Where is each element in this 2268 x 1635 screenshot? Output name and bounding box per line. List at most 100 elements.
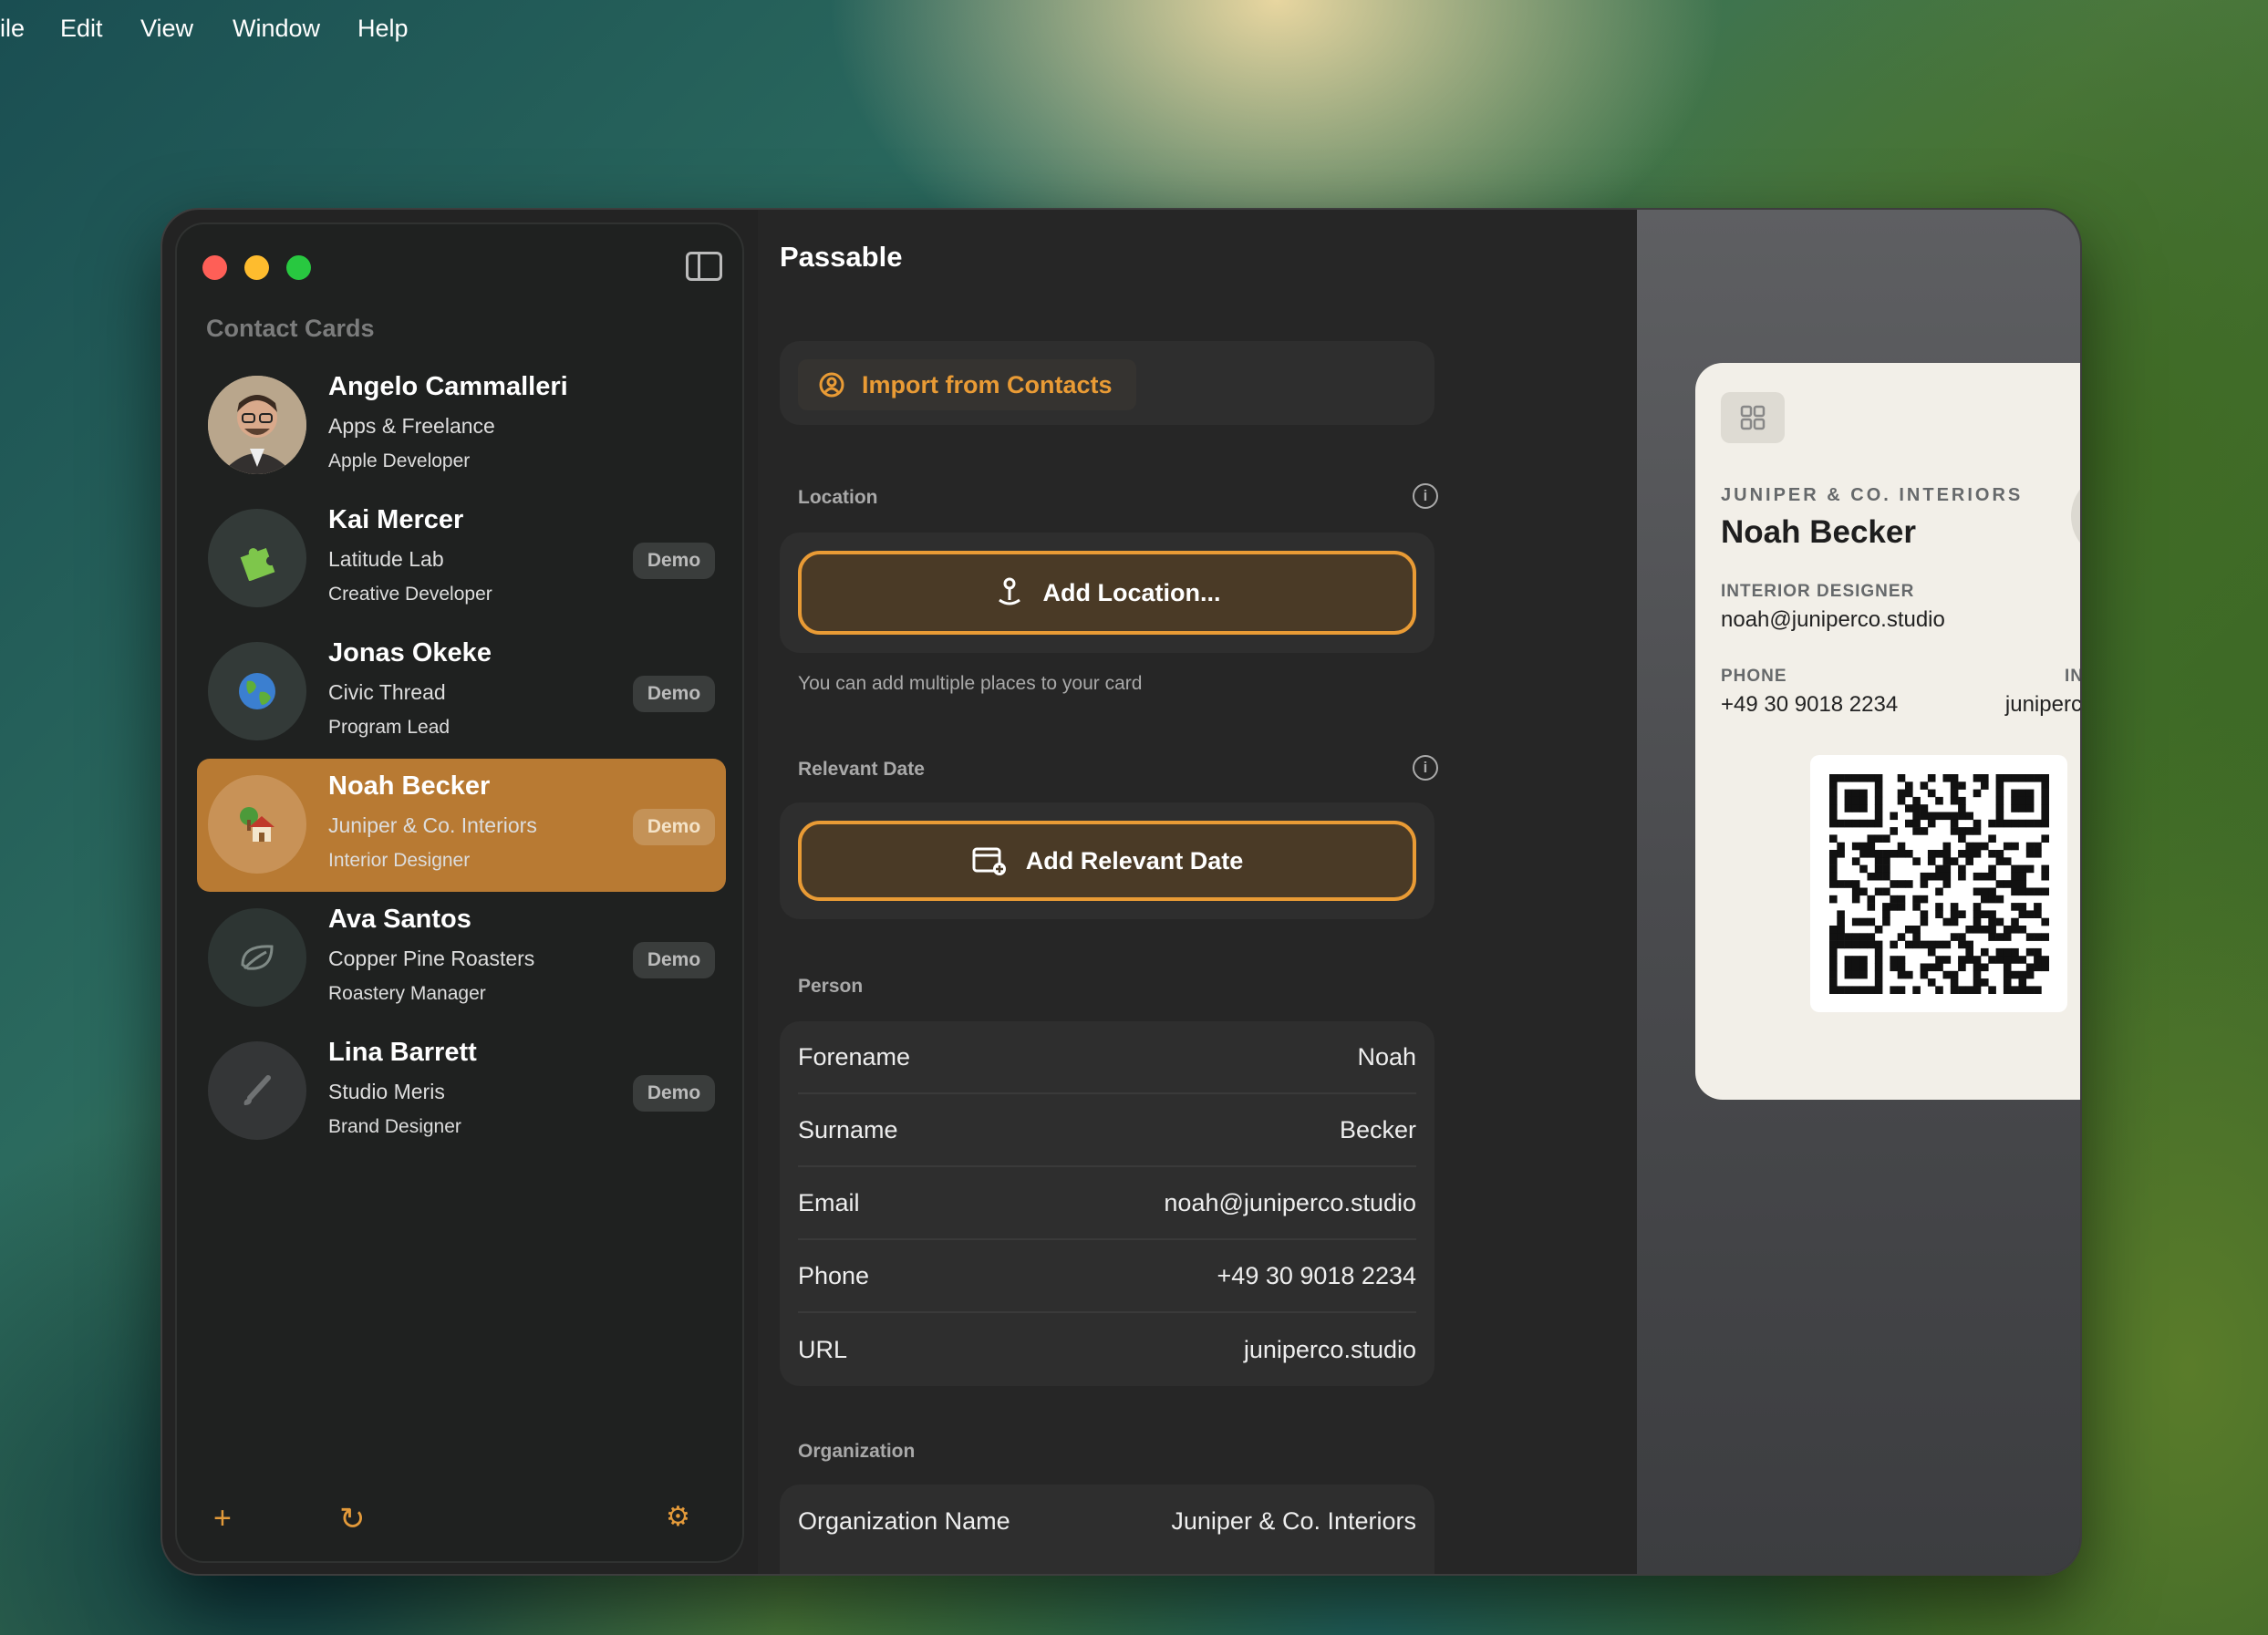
- sidebar-title: Contact Cards: [206, 315, 375, 342]
- forename-value[interactable]: Noah: [1357, 1043, 1416, 1071]
- puzzle-icon: [240, 547, 275, 581]
- url-row[interactable]: URL juniperco.studio: [798, 1313, 1416, 1386]
- phone-value[interactable]: +49 30 9018 2234: [1217, 1262, 1416, 1290]
- location-label: Location: [798, 487, 878, 508]
- field-key: Organization Name: [798, 1506, 1010, 1535]
- surname-value[interactable]: Becker: [1340, 1116, 1416, 1144]
- contact-org: Civic Thread: [328, 680, 446, 704]
- field-key: URL: [798, 1335, 848, 1363]
- contact-jonas-okeke[interactable]: Jonas Okeke Civic Thread Program Lead De…: [197, 626, 726, 759]
- add-location-button[interactable]: Add Location...: [798, 551, 1416, 635]
- menu-file[interactable]: ile: [0, 15, 25, 43]
- person-label: Person: [798, 976, 864, 997]
- contact-role: Interior Designer: [328, 850, 471, 871]
- demo-badge: Demo: [633, 809, 715, 845]
- info-icon[interactable]: i: [1413, 483, 1438, 509]
- refresh-icon[interactable]: ↻: [339, 1501, 366, 1537]
- contact-role: Creative Developer: [328, 584, 492, 605]
- relevant-date-panel: Add Relevant Date: [780, 802, 1434, 919]
- calendar-add-icon: [972, 847, 1006, 875]
- card-phone-label: PHONE: [1721, 667, 1787, 686]
- avatar: [208, 908, 306, 1007]
- card-organization: JUNIPER & CO. INTERIORS: [1721, 485, 2024, 505]
- contact-org: Juniper & Co. Interiors: [328, 813, 537, 837]
- avatar: [208, 775, 306, 874]
- sidebar-toggle-icon[interactable]: [686, 252, 722, 281]
- menu-window[interactable]: Window: [233, 15, 320, 43]
- phone-row[interactable]: Phone +49 30 9018 2234: [798, 1240, 1416, 1313]
- card-logo: [2071, 472, 2080, 560]
- contact-ava-santos[interactable]: Ava Santos Copper Pine Roasters Roastery…: [197, 892, 726, 1025]
- location-hint: You can add multiple places to your card: [798, 673, 1143, 694]
- menu-help[interactable]: Help: [357, 15, 409, 43]
- card-phone: +49 30 9018 2234: [1721, 692, 1899, 717]
- qr-code: [1810, 755, 2067, 1012]
- surname-row[interactable]: Surname Becker: [798, 1094, 1416, 1167]
- import-panel: Import from Contacts: [780, 341, 1434, 425]
- import-label: Import from Contacts: [862, 370, 1113, 398]
- card-preview-pane: JUNIPER & CO. INTERIORS Noah Becker INTE…: [1637, 210, 2082, 1574]
- grid-icon: [1721, 392, 1785, 443]
- organization-name-row[interactable]: Organization Name Juniper & Co. Interior…: [798, 1485, 1416, 1557]
- field-key: Email: [798, 1188, 860, 1216]
- contact-name: Angelo Cammalleri: [328, 372, 568, 401]
- contact-role: Program Lead: [328, 717, 450, 738]
- menu-view[interactable]: View: [140, 15, 193, 43]
- contact-lina-barrett[interactable]: Lina Barrett Studio Meris Brand Designer…: [197, 1025, 726, 1158]
- organization-panel: Organization Name Juniper & Co. Interior…: [780, 1485, 1434, 1574]
- house-icon: [240, 807, 274, 842]
- contact-name: Noah Becker: [328, 771, 491, 801]
- contact-noah-becker[interactable]: Noah Becker Juniper & Co. Interiors Inte…: [197, 759, 726, 892]
- globe-icon: [239, 673, 275, 709]
- field-key: Phone: [798, 1261, 870, 1289]
- contact-name: Kai Mercer: [328, 505, 464, 534]
- contact-role: Roastery Manager: [328, 983, 486, 1004]
- add-relevant-date-label: Add Relevant Date: [1025, 846, 1244, 874]
- contact-name: Jonas Okeke: [328, 638, 492, 667]
- card-name: Noah Becker: [1721, 514, 1916, 550]
- card-email: noah@juniperco.studio: [1721, 607, 1945, 632]
- minimize-button[interactable]: [244, 255, 269, 280]
- contacts-icon: [819, 372, 844, 398]
- add-location-label: Add Location...: [1042, 578, 1221, 606]
- leaf-icon: [241, 945, 274, 970]
- app-window: Contact Cards Angelo Cammalleri Apps & F…: [161, 208, 2082, 1576]
- email-value[interactable]: noah@juniperco.studio: [1164, 1189, 1416, 1217]
- person-panel: Forename Noah Surname Becker Email noah@…: [780, 1021, 1434, 1386]
- gear-icon[interactable]: ⚙: [666, 1501, 690, 1533]
- qr-code-icon: [1829, 774, 2049, 994]
- menu-bar: ile Edit View Window Help: [0, 0, 2268, 58]
- sidebar: Contact Cards Angelo Cammalleri Apps & F…: [175, 222, 744, 1563]
- contact-org: Apps & Freelance: [328, 414, 495, 438]
- zoom-button[interactable]: [286, 255, 311, 280]
- forename-row[interactable]: Forename Noah: [798, 1021, 1416, 1094]
- contact-angelo-cammalleri[interactable]: Angelo Cammalleri Apps & Freelance Apple…: [197, 359, 726, 492]
- contact-role: Brand Designer: [328, 1116, 461, 1137]
- add-icon[interactable]: +: [213, 1501, 232, 1537]
- relevant-date-label: Relevant Date: [798, 759, 925, 780]
- card-internet-label: INTERNET: [2065, 667, 2082, 686]
- close-button[interactable]: [202, 255, 227, 280]
- person-photo-icon: [208, 376, 306, 474]
- contact-org: Copper Pine Roasters: [328, 947, 535, 970]
- avatar-person-photo: [208, 376, 306, 474]
- demo-badge: Demo: [633, 942, 715, 978]
- url-value[interactable]: juniperco.studio: [1244, 1336, 1416, 1364]
- import-from-contacts-button[interactable]: Import from Contacts: [798, 359, 1136, 410]
- contact-kai-mercer[interactable]: Kai Mercer Latitude Lab Creative Develop…: [197, 492, 726, 626]
- avatar: [208, 642, 306, 740]
- contact-card-preview: JUNIPER & CO. INTERIORS Noah Becker INTE…: [1695, 363, 2082, 1100]
- contact-name: Ava Santos: [328, 905, 471, 934]
- location-pin-icon: [998, 577, 1020, 605]
- add-relevant-date-button[interactable]: Add Relevant Date: [798, 821, 1416, 901]
- field-key: Surname: [798, 1115, 898, 1143]
- info-icon[interactable]: i: [1413, 755, 1438, 781]
- contact-role: Apple Developer: [328, 450, 471, 471]
- field-key: Forename: [798, 1042, 911, 1071]
- location-panel: Add Location...: [780, 533, 1434, 653]
- menu-edit[interactable]: Edit: [60, 15, 103, 43]
- organization-label: Organization: [798, 1441, 916, 1462]
- demo-badge: Demo: [633, 543, 715, 579]
- organization-name-value[interactable]: Juniper & Co. Interiors: [1171, 1507, 1416, 1536]
- email-row[interactable]: Email noah@juniperco.studio: [798, 1167, 1416, 1240]
